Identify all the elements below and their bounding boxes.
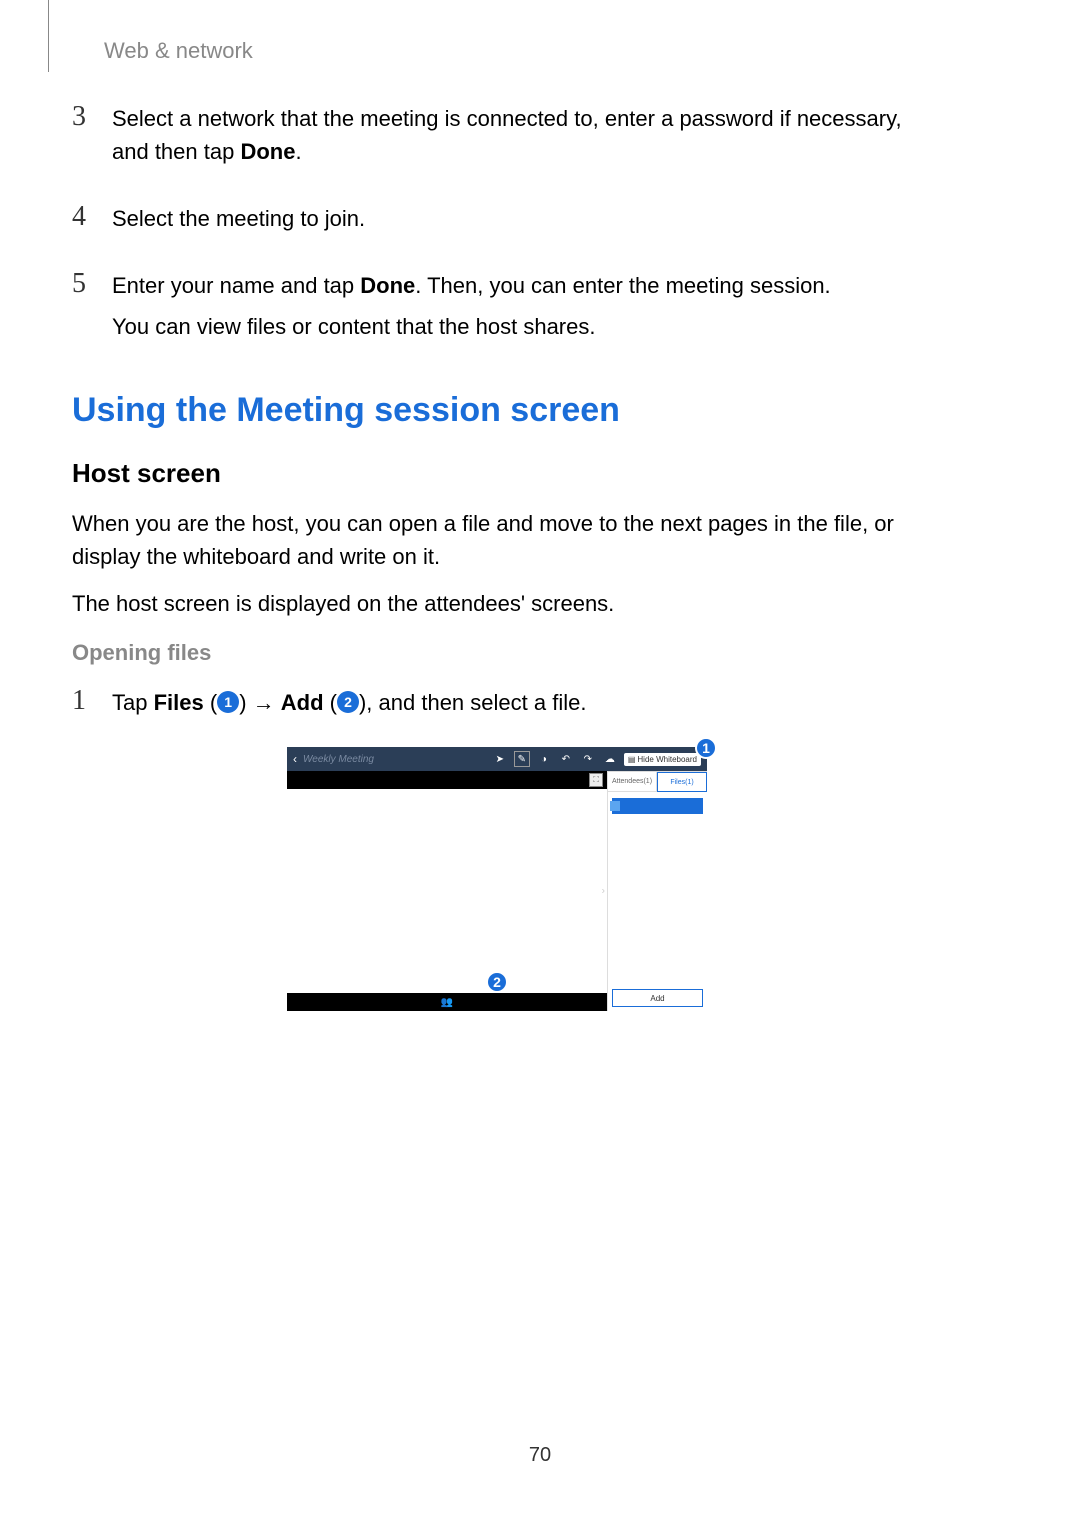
arrow-text: → (253, 690, 281, 715)
callout-marker-2: 2 (486, 971, 508, 993)
step-text: Select a network that the meeting is con… (112, 100, 922, 176)
paren-close: ) (239, 690, 252, 715)
redo-icon: ↷ (580, 751, 596, 767)
callout-marker-1: 1 (695, 737, 717, 759)
bold-done: Done (360, 273, 415, 298)
bold-files: Files (154, 690, 204, 715)
paren-open2: ( (324, 690, 337, 715)
section-title: Using the Meeting session screen (72, 391, 922, 430)
canvas-area: ⛶ › 👥 (287, 771, 607, 1011)
bold-add: Add (281, 690, 324, 715)
step-number: 1 (72, 684, 112, 718)
eraser-icon: ◑ (536, 751, 552, 767)
side-panel-space (608, 814, 707, 989)
step-4: 4 Select the meeting to join. (72, 200, 922, 243)
device-screenshot: 1 ‹ Weekly Meeting ➤ ✎ ◑ ↶ ↷ ☁ ▤ Hide Wh… (287, 747, 707, 1011)
step-text-part: Enter your name and tap (112, 273, 360, 298)
sub-title-host: Host screen (72, 458, 922, 489)
step-text: Select the meeting to join. (112, 200, 365, 243)
meeting-title: Weekly Meeting (303, 754, 374, 765)
step-3: 3 Select a network that the meeting is c… (72, 100, 922, 176)
attendees-tab: Attendees(1) (608, 772, 657, 792)
text-tap: Tap (112, 690, 154, 715)
hide-wb-label: Hide Whiteboard (637, 755, 697, 764)
whiteboard-icon: ▤ (628, 755, 636, 764)
step-text-line2: You can view files or content that the h… (112, 310, 831, 343)
step-number: 4 (72, 200, 112, 234)
files-tab: Files(1) (657, 772, 707, 792)
opening-step-1: 1 Tap Files (1) → Add (2), and then sele… (72, 684, 922, 727)
step-text: Tap Files (1) → Add (2), and then select… (112, 684, 586, 727)
toolbar-icons: ➤ ✎ ◑ ↶ ↷ ☁ ▤ Hide Whiteboard (492, 751, 701, 767)
selected-file-bar (612, 798, 703, 814)
cursor-icon: ➤ (492, 751, 508, 767)
file-thumb-icon (610, 801, 620, 811)
step-text-part: Select a network that the meeting is con… (112, 106, 902, 164)
whiteboard-canvas: › (287, 789, 607, 993)
side-tabs: Attendees(1) Files(1) (608, 772, 707, 792)
host-p1: When you are the host, you can open a fi… (72, 507, 922, 573)
bold-done: Done (240, 139, 295, 164)
text-tail: ), and then select a file. (359, 690, 586, 715)
pen-icon: ✎ (514, 751, 530, 767)
step-text-tail: . (295, 139, 301, 164)
step-text-tail: . Then, you can enter the meeting sessio… (415, 273, 830, 298)
step-text: Enter your name and tap Done. Then, you … (112, 267, 831, 351)
canvas-bar-top: ⛶ (287, 771, 607, 789)
hide-whiteboard-button: ▤ Hide Whiteboard (624, 753, 701, 766)
callout-2-inline: 2 (337, 691, 359, 713)
canvas-bar-bottom: 👥 (287, 993, 607, 1011)
step-number: 3 (72, 100, 112, 134)
paren-open: ( (204, 690, 217, 715)
device-topbar: ‹ Weekly Meeting ➤ ✎ ◑ ↶ ↷ ☁ ▤ Hide Whit… (287, 747, 707, 771)
section-header: Web & network (104, 38, 253, 64)
step-number: 5 (72, 267, 112, 301)
content-area: 3 Select a network that the meeting is c… (72, 100, 922, 1011)
attendee-icon: 👥 (441, 997, 453, 1008)
opening-files-heading: Opening files (72, 640, 922, 666)
host-p2: The host screen is displayed on the atte… (72, 587, 922, 620)
device-body: ⛶ › 👥 Attendees(1) Files(1) (287, 771, 707, 1011)
page-number: 70 (529, 1444, 551, 1467)
step-text-line: Select the meeting to join. (112, 202, 365, 235)
back-icon: ‹ (293, 752, 297, 766)
step-5: 5 Enter your name and tap Done. Then, yo… (72, 267, 922, 351)
fit-screen-icon: ⛶ (589, 773, 603, 787)
side-panel: Attendees(1) Files(1) 2 Add (607, 771, 707, 1011)
add-button: Add (612, 989, 703, 1007)
expand-panel-icon: › (600, 882, 607, 901)
undo-icon: ↶ (558, 751, 574, 767)
callout-1-inline: 1 (217, 691, 239, 713)
cloud-icon: ☁ (602, 751, 618, 767)
header-rule (48, 0, 49, 72)
